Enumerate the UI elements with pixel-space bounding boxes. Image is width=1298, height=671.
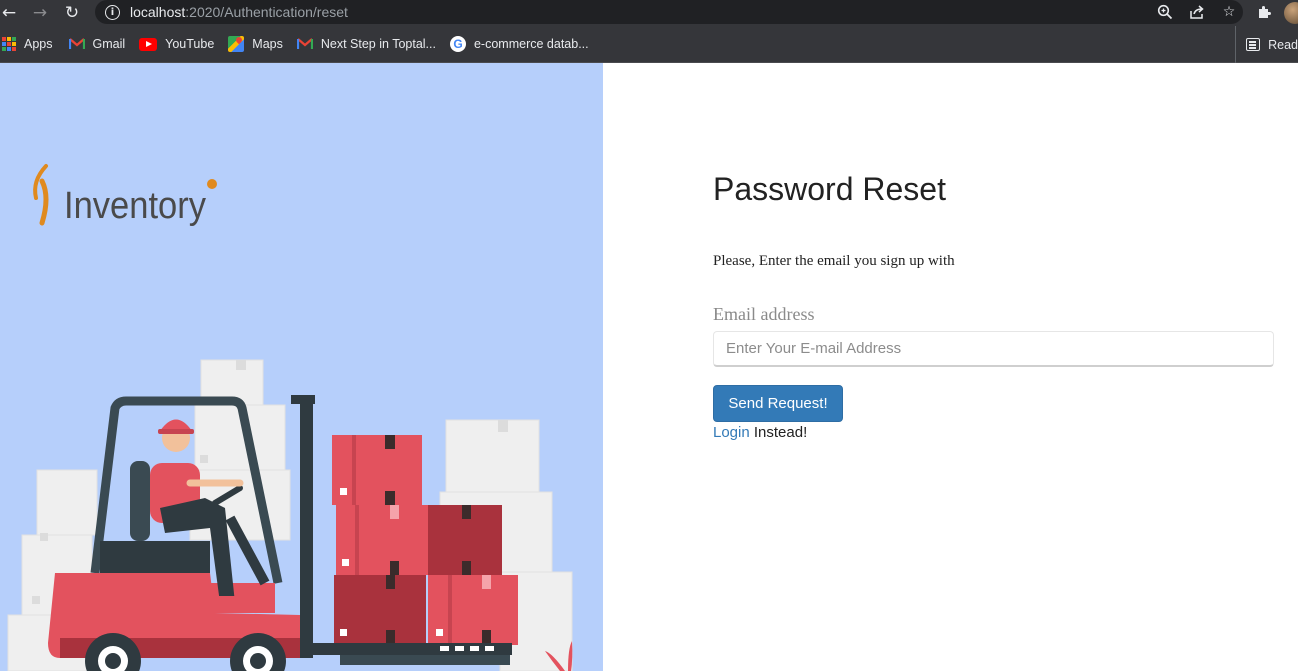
bookmark-label: YouTube (165, 37, 215, 51)
logo-text: Inventory (64, 185, 206, 227)
zoom-icon[interactable] (1157, 4, 1173, 20)
url-path: :2020/Authentication/reset (185, 4, 348, 20)
bookmark-label: Next Step in Toptal... (320, 37, 436, 51)
star-icon[interactable]: ☆ (1221, 4, 1237, 20)
send-request-button[interactable]: Send Request! (713, 385, 843, 422)
reload-icon[interactable]: ↻ (61, 2, 83, 24)
browser-toolbar: ← → ↻ i localhost:2020/Authentication/re… (0, 0, 1298, 26)
bookmark-label: Apps (24, 37, 53, 51)
bookmark-gmail[interactable]: Gmail (63, 31, 132, 57)
instruction-text: Please, Enter the email you sign up with (713, 253, 955, 269)
bookmark-label: Gmail (92, 37, 126, 51)
share-icon[interactable] (1189, 4, 1205, 20)
gmail-icon (68, 38, 85, 49)
reading-list-label: Read (1268, 37, 1298, 52)
login-suffix: Instead! (749, 424, 808, 441)
bookmark-youtube[interactable]: YouTube (133, 31, 220, 57)
bookmarks-bar: Apps Gmail YouTube Maps Next Step in Top… (0, 26, 1298, 63)
bookmark-toptal[interactable]: Next Step in Toptal... (291, 31, 442, 57)
info-icon[interactable]: i (105, 4, 120, 20)
apps-grid-icon (2, 37, 16, 51)
email-label: Email address (713, 304, 815, 324)
forklift-illustration (7, 359, 573, 671)
profile-avatar[interactable] (1284, 2, 1298, 24)
url-text[interactable]: localhost:2020/Authentication/reset (130, 4, 348, 20)
login-line: Login Instead! (713, 424, 807, 441)
email-field[interactable] (713, 331, 1274, 367)
youtube-icon (139, 37, 158, 51)
address-bar[interactable]: i localhost:2020/Authentication/reset ☆ (95, 0, 1243, 24)
inventory-logo: Inventory (33, 164, 217, 227)
bookmark-ecommerce[interactable]: G e-commerce datab... (444, 31, 595, 57)
login-link[interactable]: Login (713, 424, 750, 441)
reset-form-panel: Password Reset Please, Enter the email y… (603, 63, 1298, 671)
illustration-panel: Inventory (0, 63, 603, 671)
maps-icon (228, 36, 245, 52)
bookmark-apps[interactable]: Apps (0, 31, 59, 57)
extensions-icon[interactable] (1255, 3, 1273, 21)
reading-list-button[interactable]: Read (1235, 26, 1298, 63)
page-title: Password Reset (713, 171, 946, 207)
reading-list-icon (1246, 38, 1261, 51)
google-icon: G (449, 36, 466, 52)
back-arrow-icon[interactable]: ← (0, 2, 20, 24)
bookmark-label: e-commerce datab... (473, 37, 589, 51)
forward-arrow-icon[interactable]: → (29, 2, 51, 24)
bookmark-label: Maps (252, 37, 283, 51)
bookmark-maps[interactable]: Maps (222, 31, 289, 57)
gmail-icon (296, 38, 313, 49)
url-host: localhost (130, 4, 186, 20)
